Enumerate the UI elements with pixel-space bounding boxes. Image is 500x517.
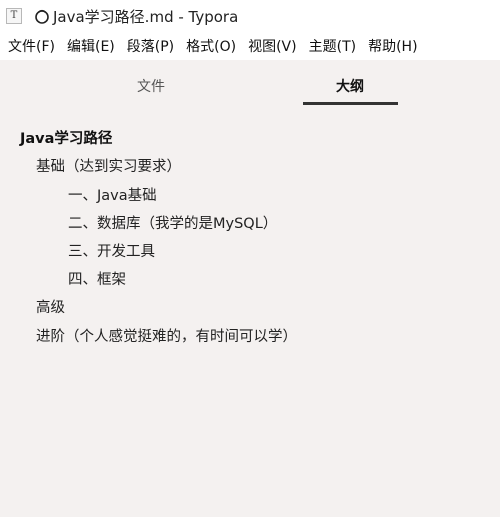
menu-theme[interactable]: 主题(T) bbox=[305, 36, 360, 56]
menu-edit[interactable]: 编辑(E) bbox=[63, 36, 119, 56]
outline-item-h2[interactable]: 进阶（个人感觉挺难的，有时间可以学） bbox=[36, 325, 297, 346]
sidebar-tabs: 文件 大纲 bbox=[0, 60, 500, 110]
title-bar: T Java学习路径.md - Typora bbox=[0, 0, 500, 32]
menu-bar: 文件(F) 编辑(E) 段落(P) 格式(O) 视图(V) 主题(T) 帮助(H… bbox=[0, 32, 500, 60]
outline-item-h1[interactable]: Java学习路径 bbox=[20, 127, 112, 148]
typora-window: T Java学习路径.md - Typora 文件(F) 编辑(E) 段落(P)… bbox=[0, 0, 500, 517]
outline-item-h3[interactable]: 三、开发工具 bbox=[68, 240, 155, 261]
outline-item-h2[interactable]: 高级 bbox=[36, 296, 65, 317]
menu-paragraph[interactable]: 段落(P) bbox=[123, 36, 178, 56]
menu-file[interactable]: 文件(F) bbox=[4, 36, 59, 56]
typora-app-icon[interactable]: T bbox=[6, 8, 22, 24]
active-tab-indicator bbox=[303, 102, 398, 105]
outline-item-h2[interactable]: 基础（达到实习要求） bbox=[36, 155, 181, 176]
menu-view[interactable]: 视图(V) bbox=[244, 36, 301, 56]
tab-outline[interactable]: 大纲 bbox=[336, 76, 364, 96]
outline-item-h3[interactable]: 二、数据库（我学的是MySQL） bbox=[68, 212, 277, 233]
window-title: Java学习路径.md - Typora bbox=[53, 7, 239, 26]
outline-item-h3[interactable]: 一、Java基础 bbox=[68, 184, 157, 205]
menu-format[interactable]: 格式(O) bbox=[182, 36, 240, 56]
menu-help[interactable]: 帮助(H) bbox=[364, 36, 421, 56]
tab-files[interactable]: 文件 bbox=[137, 76, 165, 96]
outline-item-h3[interactable]: 四、框架 bbox=[68, 268, 126, 289]
unsaved-document-icon bbox=[34, 8, 50, 24]
